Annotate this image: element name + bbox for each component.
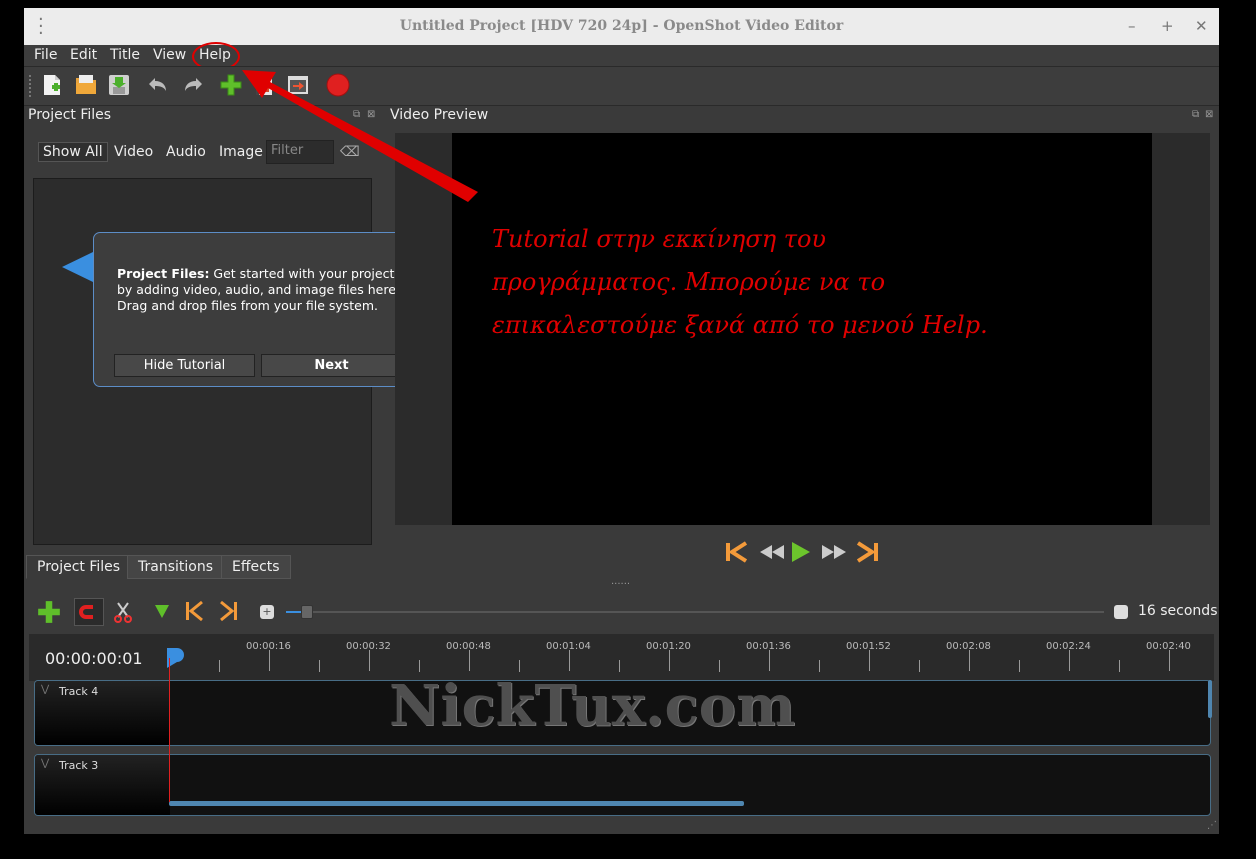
annotation-arrow (242, 70, 478, 202)
